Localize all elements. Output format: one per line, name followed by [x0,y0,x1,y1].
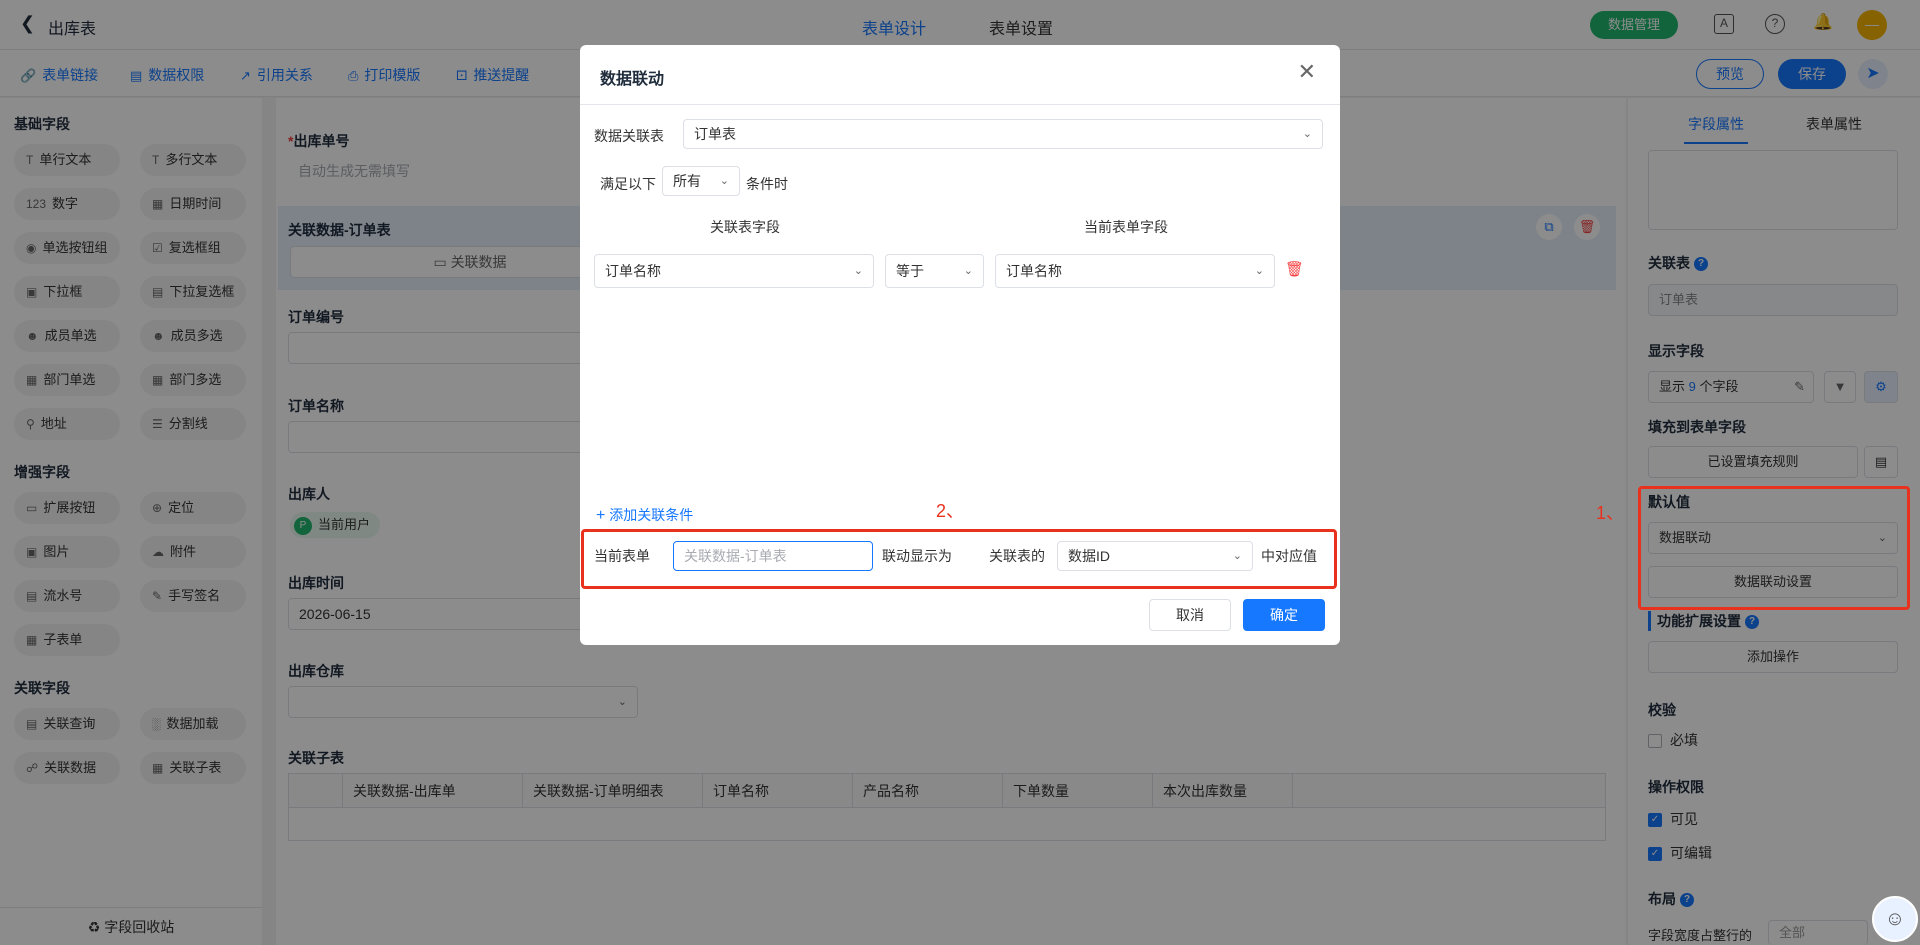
annotation-box-1 [1638,486,1910,610]
cond-prefix: 满足以下 [600,176,656,192]
col-cur-field: 当前表单字段 [1084,219,1168,235]
dialog-header: 数据联动 ✕ [580,45,1340,105]
chevron-down-icon: ⌄ [719,175,729,187]
rel-table-select[interactable]: 订单表 ⌄ [683,119,1323,149]
close-icon[interactable]: ✕ [1298,61,1316,83]
col-rel-field: 关联表字段 [710,219,780,235]
annotation-label-2: 2、 [936,501,965,521]
trash-icon[interactable]: 🗑 [1285,260,1304,278]
cond-mode-select[interactable]: 所有 ⌄ [662,166,740,196]
cond-suffix: 条件时 [746,176,788,192]
assistant-robot-icon[interactable]: ☺ [1872,896,1918,942]
add-condition-link[interactable]: + 添加关联条件 [596,505,693,525]
dialog-title: 数据联动 [600,71,665,88]
chevron-down-icon: ⌄ [1254,265,1264,277]
rel-table-label: 数据关联表 [594,128,664,144]
annotation-box-2 [581,529,1337,589]
rel-field-select[interactable]: 订单名称 ⌄ [594,254,874,288]
cancel-button[interactable]: 取消 [1149,599,1231,631]
chevron-down-icon: ⌄ [853,265,863,277]
chevron-down-icon: ⌄ [1302,128,1312,140]
plus-icon: + [596,507,606,524]
operator-select[interactable]: 等于 ⌄ [885,254,984,288]
ok-button[interactable]: 确定 [1243,599,1325,631]
cur-field-select[interactable]: 订单名称 ⌄ [995,254,1275,288]
annotation-label-1: 1、 [1596,503,1625,523]
chevron-down-icon: ⌄ [963,265,973,277]
